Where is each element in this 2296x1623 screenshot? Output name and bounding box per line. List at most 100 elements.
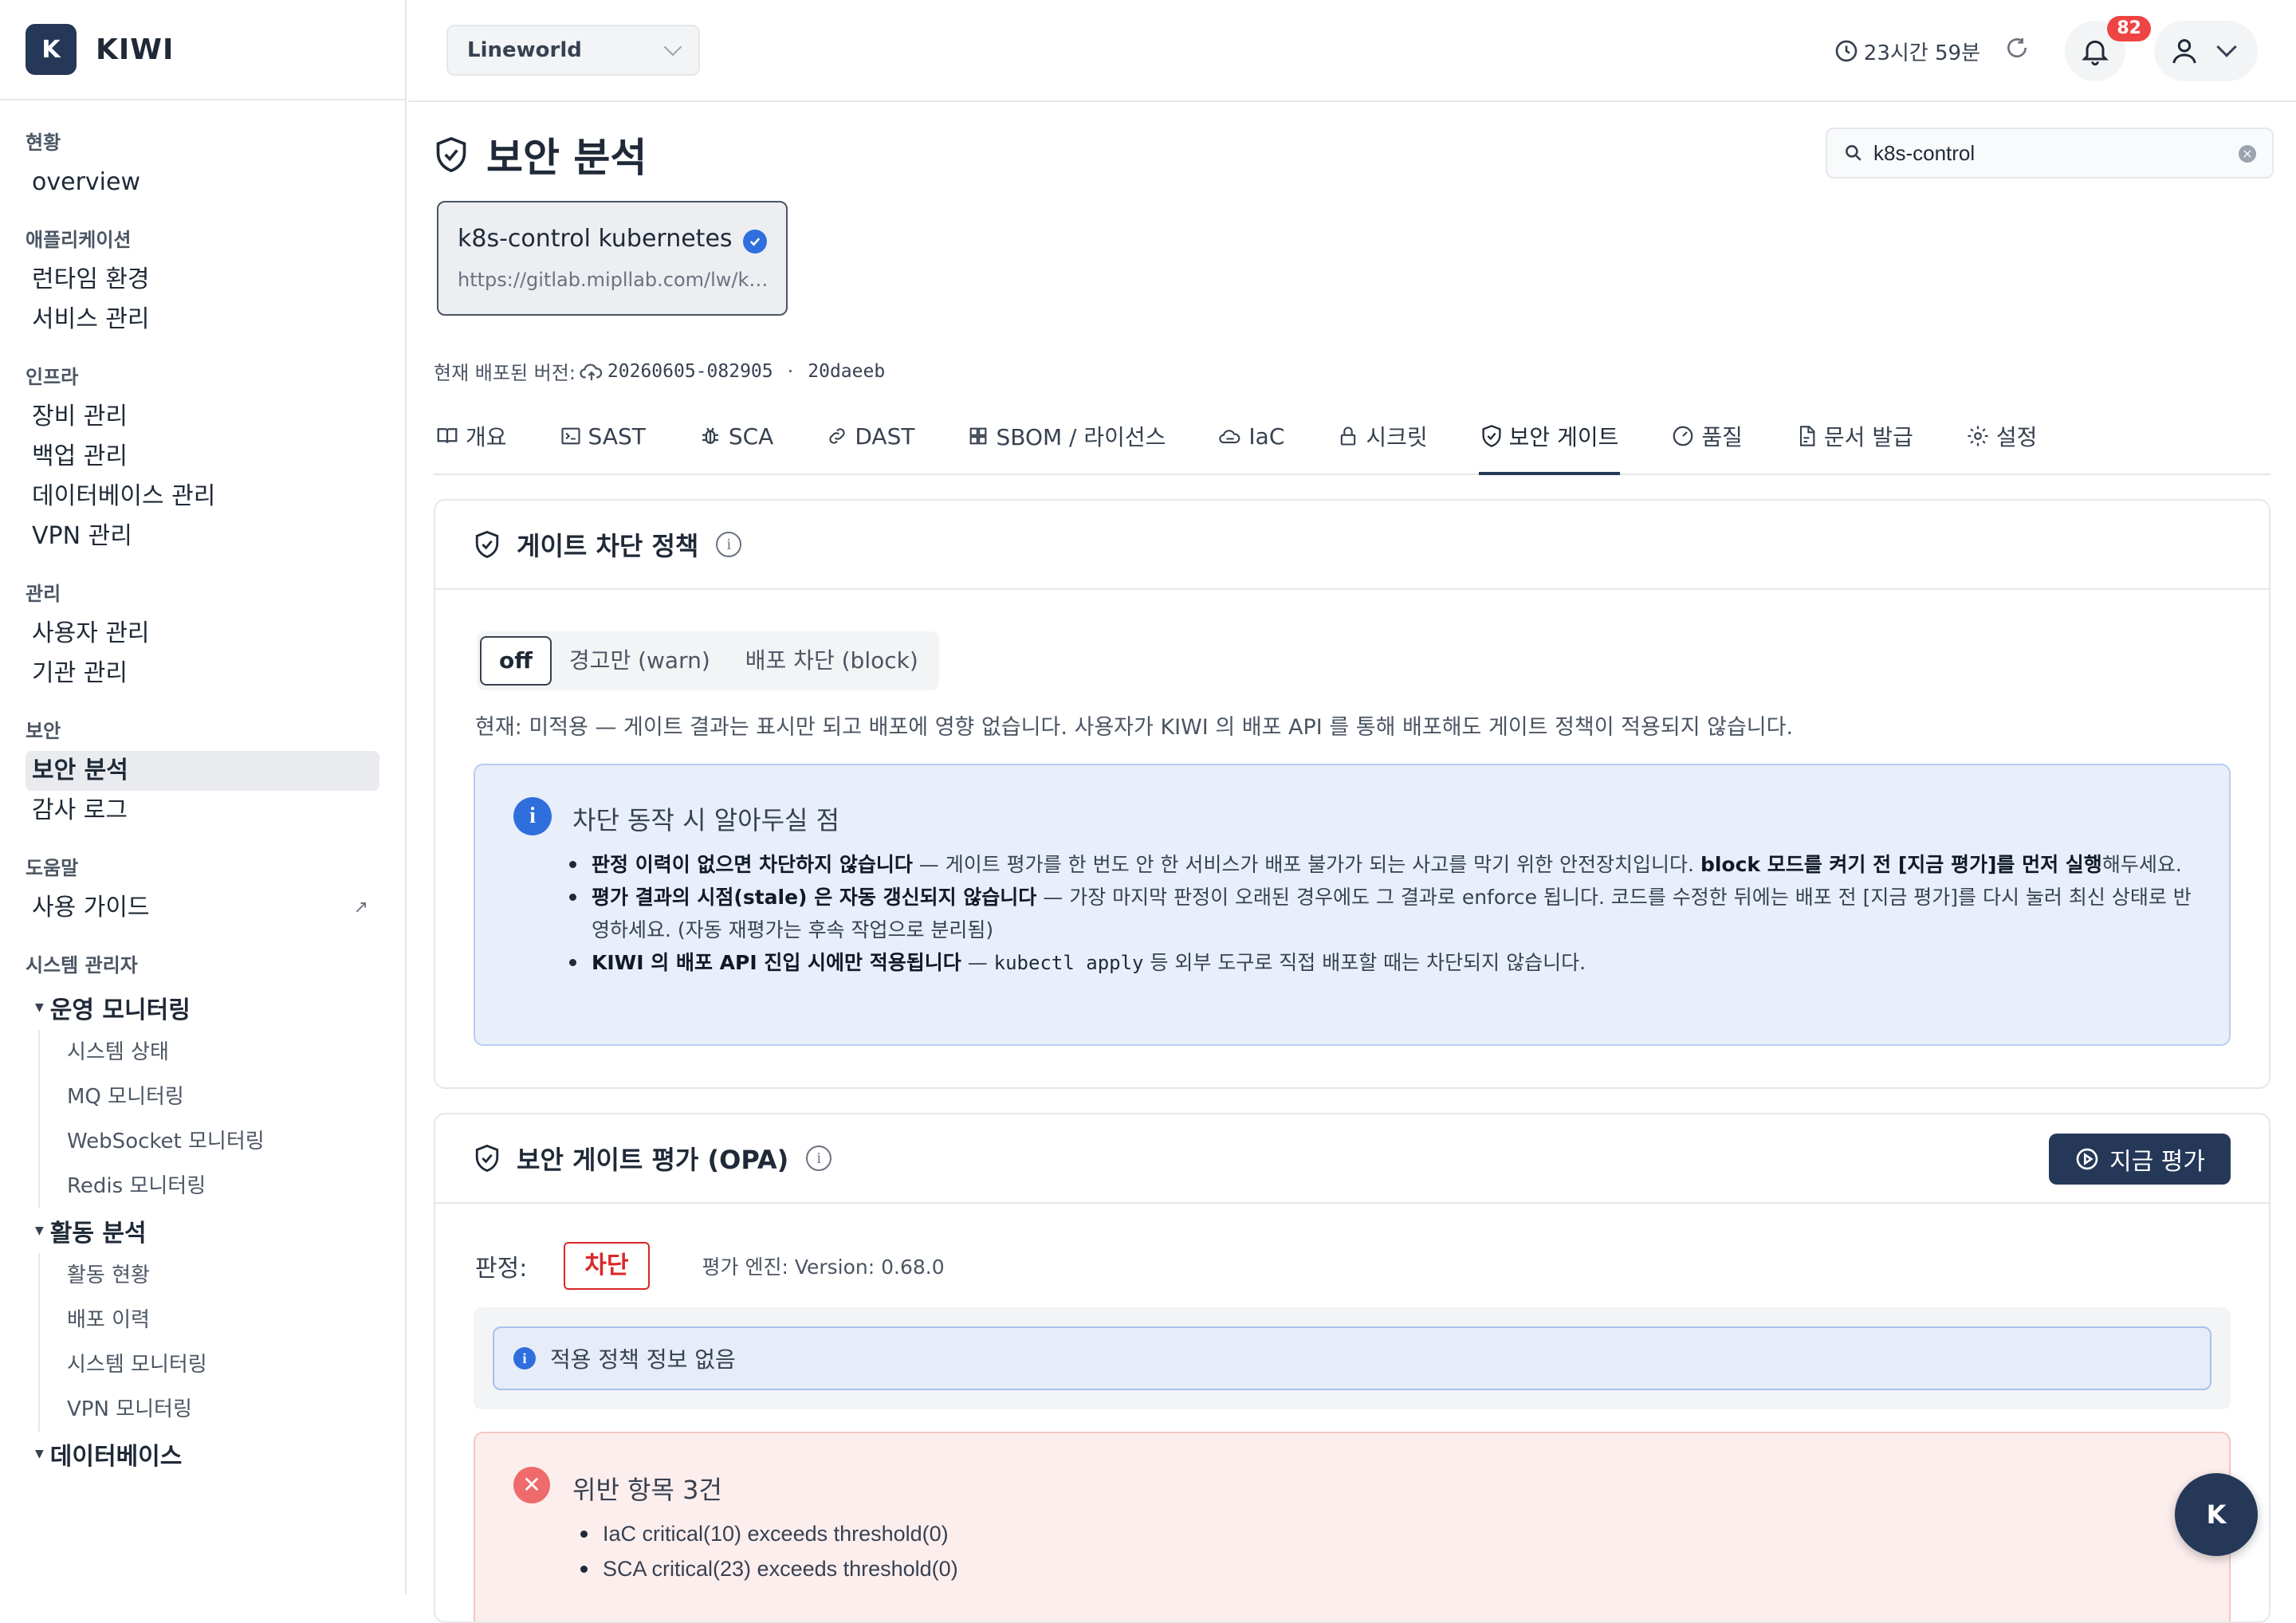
tab-settings[interactable]: 설정 bbox=[1964, 399, 2039, 474]
chevron-down-icon bbox=[663, 37, 682, 57]
tab-sbom-license[interactable]: SBOM / 라이선스 bbox=[965, 399, 1167, 474]
version-tag: 20260605-082905 bbox=[607, 360, 773, 382]
notice-bold: KIWI 의 배포 API 진입 시에만 적용됩니다 bbox=[592, 951, 961, 974]
sidebar-item-databases[interactable]: 데이터베이스 관리 bbox=[26, 477, 379, 517]
tab-label: 시크릿 bbox=[1366, 424, 1428, 450]
caret-down-icon: ▼ bbox=[35, 1448, 44, 1460]
sidebar-item-services[interactable]: 서비스 관리 bbox=[26, 300, 379, 340]
evaluate-now-button[interactable]: 지금 평가 bbox=[2049, 1134, 2231, 1185]
panel-header: 게이트 차단 정책 i bbox=[435, 501, 2269, 590]
subgroup-database[interactable]: ▼ 데이터베이스 bbox=[26, 1432, 379, 1476]
sidebar-item-redis-monitoring[interactable]: Redis 모니터링 bbox=[67, 1164, 379, 1208]
gate-evaluation-panel: 보안 게이트 평가 (OPA) i 지금 평가 판정: 차단 평가 엔진: Ve… bbox=[434, 1113, 2270, 1623]
session-timer: 23시간 59분 bbox=[1834, 37, 1980, 66]
project-select[interactable]: Lineworld bbox=[446, 25, 700, 76]
sidebar-item-mq-monitoring[interactable]: MQ 모니터링 bbox=[67, 1075, 379, 1119]
caret-down-icon: ▼ bbox=[35, 1001, 44, 1014]
verdict-label: 판정: bbox=[475, 1255, 528, 1283]
sidebar-item-vpn-monitoring[interactable]: VPN 모니터링 bbox=[67, 1387, 379, 1432]
tab-label: SAST bbox=[588, 422, 646, 450]
tab-sca[interactable]: SCA bbox=[697, 399, 775, 474]
list-item: KIWI 의 배포 API 진입 시에만 적용됩니다 — kubectl app… bbox=[569, 946, 2194, 980]
policy-info-wrapper: i 적용 정책 정보 없음 bbox=[474, 1307, 2231, 1409]
sidebar-item-devices[interactable]: 장비 관리 bbox=[26, 397, 379, 437]
subgroup-activity-analysis[interactable]: ▼ 활동 분석 bbox=[26, 1208, 379, 1253]
sidebar-item-audit-log[interactable]: 감사 로그 bbox=[26, 791, 379, 831]
notice-text: 등 외부 도구로 직접 배포할 때는 차단되지 않습니다. bbox=[1143, 951, 1586, 974]
topbar: Lineworld 23시간 59분 82 bbox=[408, 0, 2296, 102]
subgroup-ops-monitoring[interactable]: ▼ 운영 모니터링 bbox=[26, 985, 379, 1030]
tab-secrets[interactable]: 시크릿 bbox=[1335, 399, 1429, 474]
subgroup-label: 활동 분석 bbox=[49, 1220, 147, 1248]
tab-sast[interactable]: SAST bbox=[558, 399, 647, 474]
notice-bold: 판정 이력이 없으면 차단하지 않습니다 bbox=[592, 853, 913, 876]
sidebar-item-backups[interactable]: 백업 관리 bbox=[26, 437, 379, 477]
mode-block-button[interactable]: 배포 차단 (block) bbox=[728, 637, 936, 685]
tab-dast[interactable]: DAST bbox=[824, 399, 916, 474]
sidebar-item-orgs[interactable]: 기관 관리 bbox=[26, 654, 379, 694]
nav-group-status: 현황 overview bbox=[26, 123, 379, 202]
assistant-fab-button[interactable]: K bbox=[2175, 1473, 2258, 1556]
sidebar-nav: 현황 overview 애플리케이션 런타임 환경 서비스 관리 인프라 장비 … bbox=[0, 100, 405, 1476]
tab-quality[interactable]: 품질 bbox=[1669, 399, 1744, 474]
notice-text: — 게이트 평가를 한 번도 안 한 서비스가 배포 불가가 되는 사고를 막기… bbox=[912, 853, 1700, 876]
user-menu-button[interactable] bbox=[2154, 21, 2258, 81]
mode-warn-button[interactable]: 경고만 (warn) bbox=[552, 637, 728, 685]
project-select-value: Lineworld bbox=[467, 38, 582, 62]
target-name: k8s-control kubernetes bbox=[458, 225, 733, 253]
refresh-session-button[interactable] bbox=[2004, 35, 2030, 68]
target-card-selected[interactable]: k8s-control kubernetes https://gitlab.mi… bbox=[437, 201, 788, 316]
notifications-button[interactable]: 82 bbox=[2065, 16, 2151, 81]
nav-group-title: 도움말 bbox=[26, 857, 79, 879]
gate-mode-selector: off 경고만 (warn) 배포 차단 (block) bbox=[477, 631, 939, 690]
clear-search-icon[interactable]: × bbox=[2239, 145, 2256, 163]
page-title-text: 보안 분석 bbox=[486, 135, 647, 181]
brand[interactable]: K KIWI bbox=[0, 0, 405, 100]
search-input[interactable] bbox=[1873, 140, 2224, 166]
sidebar: K KIWI 현황 overview 애플리케이션 런타임 환경 서비스 관리 … bbox=[0, 0, 407, 1594]
subgroup-items: 시스템 상태 MQ 모니터링 WebSocket 모니터링 Redis 모니터링 bbox=[38, 1030, 379, 1208]
sidebar-item-websocket-monitoring[interactable]: WebSocket 모니터링 bbox=[67, 1119, 379, 1164]
violations-alert: ✕ 위반 항목 3건 IaC critical(10) exceeds thre… bbox=[474, 1432, 2231, 1621]
nav-group-title: 관리 bbox=[26, 583, 61, 605]
panel-title: 게이트 차단 정책 bbox=[517, 531, 699, 561]
sidebar-item-guide[interactable]: 사용 가이드 ↗ bbox=[26, 888, 379, 928]
info-circle-icon: i bbox=[513, 1347, 536, 1370]
gauge-icon bbox=[1673, 426, 1693, 446]
nav-group-infra: 인프라 장비 관리 백업 관리 데이터베이스 관리 VPN 관리 bbox=[26, 357, 379, 556]
list-item: 판정 이력이 없으면 차단하지 않습니다 — 게이트 평가를 한 번도 안 한 … bbox=[569, 848, 2194, 881]
sidebar-item-system-status[interactable]: 시스템 상태 bbox=[67, 1030, 379, 1075]
mode-off-button[interactable]: off bbox=[480, 636, 552, 686]
shield-check-icon bbox=[436, 136, 466, 173]
tab-documents[interactable]: 문서 발급 bbox=[1794, 399, 1915, 474]
tab-iac[interactable]: IaC bbox=[1217, 399, 1286, 474]
sidebar-item-vpn[interactable]: VPN 관리 bbox=[26, 517, 379, 556]
link-icon bbox=[829, 428, 846, 444]
kiwi-logo: K bbox=[26, 24, 77, 75]
sidebar-item-overview[interactable]: overview bbox=[26, 163, 379, 202]
topbar-actions: 23시간 59분 82 bbox=[1834, 16, 2258, 83]
panel-header: 보안 게이트 평가 (OPA) i 지금 평가 bbox=[435, 1114, 2269, 1204]
terminal-icon bbox=[560, 427, 580, 445]
sidebar-item-security-analysis[interactable]: 보안 분석 bbox=[26, 751, 379, 791]
nav-group-security: 보안 보안 분석 감사 로그 bbox=[26, 711, 379, 831]
sidebar-item-activity-status[interactable]: 활동 현황 bbox=[67, 1253, 379, 1298]
session-time-text: 23시간 59분 bbox=[1863, 41, 1980, 65]
tab-overview[interactable]: 개요 bbox=[434, 399, 509, 474]
main-content: 보안 분석 × k8s-control kubernetes https://g… bbox=[408, 104, 2296, 1623]
tab-label: DAST bbox=[855, 422, 915, 450]
sidebar-item-runtime[interactable]: 런타임 환경 bbox=[26, 260, 379, 300]
analysis-tabs: 개요 SAST SCA DAST SBOM / 라이선스 IaC 시크릿 보안 bbox=[434, 400, 2270, 475]
notice-text: — bbox=[961, 951, 994, 974]
info-icon[interactable]: i bbox=[716, 532, 742, 557]
info-icon[interactable]: i bbox=[806, 1146, 832, 1171]
tab-security-gate[interactable]: 보안 게이트 bbox=[1478, 399, 1621, 475]
sidebar-item-system-monitoring[interactable]: 시스템 모니터링 bbox=[67, 1342, 379, 1387]
tab-label: 보안 게이트 bbox=[1508, 424, 1619, 450]
sidebar-item-users[interactable]: 사용자 관리 bbox=[26, 614, 379, 654]
notice-bold: 평가 결과의 시점(stale) 은 자동 갱신되지 않습니다 bbox=[592, 886, 1037, 909]
sidebar-item-deploy-history[interactable]: 배포 이력 bbox=[67, 1298, 379, 1342]
tab-label: IaC bbox=[1248, 422, 1285, 450]
policy-info-text: 적용 정책 정보 없음 bbox=[550, 1346, 736, 1373]
deployed-version: 현재 배포된 버전: 20260605-082905 · 20daeeb bbox=[434, 357, 885, 385]
